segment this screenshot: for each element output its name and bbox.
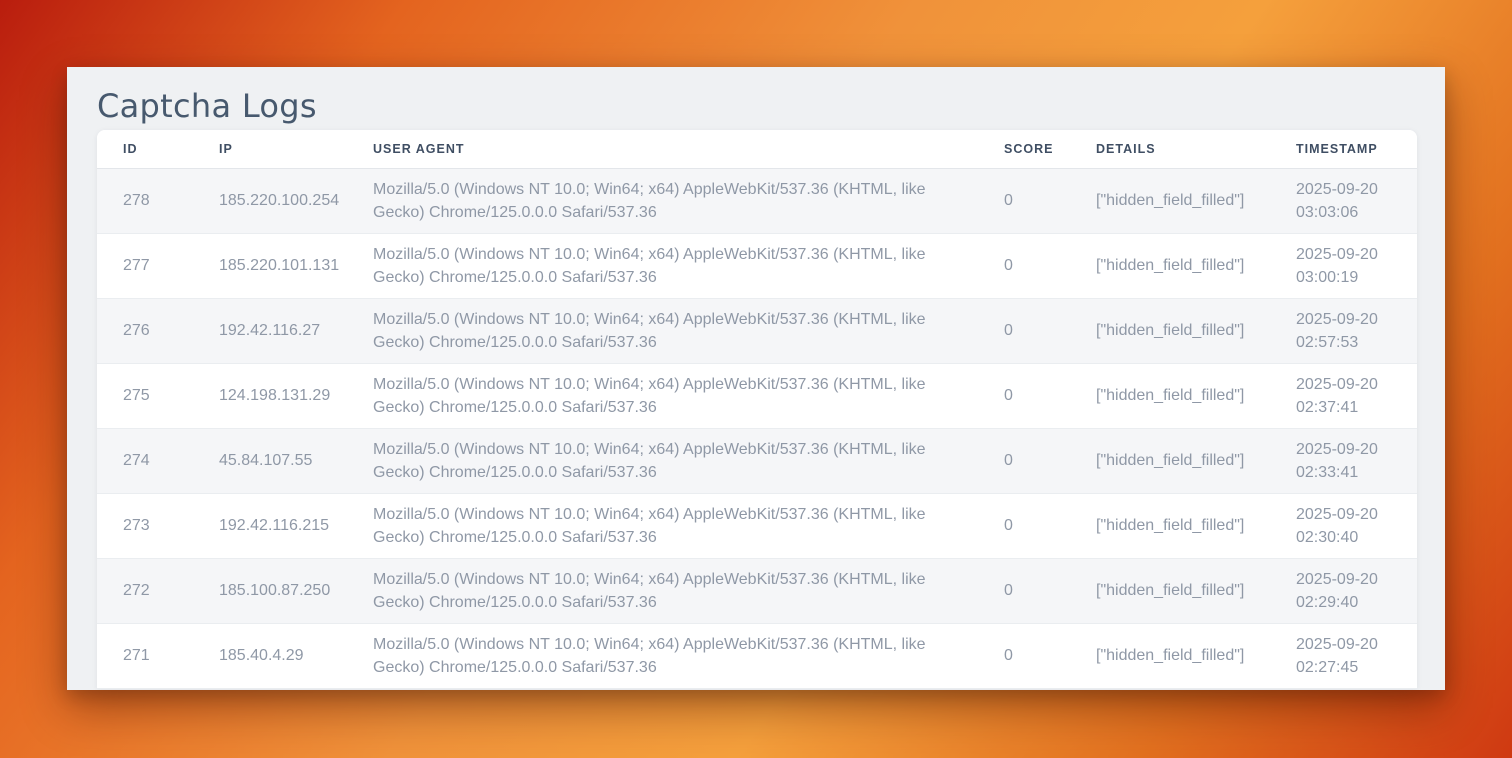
cell-score: 0 <box>978 428 1070 493</box>
table-head: IDIPUSER AGENTSCOREDETAILSTIMESTAMP <box>97 130 1417 168</box>
table-row: 273192.42.116.215Mozilla/5.0 (Windows NT… <box>97 493 1417 558</box>
cell-score: 0 <box>978 168 1070 233</box>
logs-table-container: IDIPUSER AGENTSCOREDETAILSTIMESTAMP 2781… <box>97 130 1417 689</box>
captcha-logs-panel: Captcha Logs IDIPUSER AGENTSCOREDETAILST… <box>67 67 1445 690</box>
table-row: 276192.42.116.27Mozilla/5.0 (Windows NT … <box>97 298 1417 363</box>
column-header-timestamp: TIMESTAMP <box>1270 130 1417 168</box>
cell-score: 0 <box>978 493 1070 558</box>
cell-timestamp: 2025-09-20 03:00:19 <box>1270 233 1417 298</box>
cell-score: 0 <box>978 623 1070 688</box>
cell-details: ["hidden_field_filled"] <box>1070 558 1270 623</box>
cell-user_agent: Mozilla/5.0 (Windows NT 10.0; Win64; x64… <box>347 493 978 558</box>
cell-timestamp: 2025-09-20 03:03:06 <box>1270 168 1417 233</box>
table-row: 278185.220.100.254Mozilla/5.0 (Windows N… <box>97 168 1417 233</box>
cell-user_agent: Mozilla/5.0 (Windows NT 10.0; Win64; x64… <box>347 298 978 363</box>
cell-timestamp: 2025-09-20 02:57:53 <box>1270 298 1417 363</box>
captcha-logs-table: IDIPUSER AGENTSCOREDETAILSTIMESTAMP 2781… <box>97 130 1417 689</box>
cell-timestamp: 2025-09-20 02:30:40 <box>1270 493 1417 558</box>
cell-id: 277 <box>97 233 193 298</box>
cell-user_agent: Mozilla/5.0 (Windows NT 10.0; Win64; x64… <box>347 168 978 233</box>
cell-id: 273 <box>97 493 193 558</box>
table-row: 277185.220.101.131Mozilla/5.0 (Windows N… <box>97 233 1417 298</box>
cell-id: 271 <box>97 623 193 688</box>
cell-details: ["hidden_field_filled"] <box>1070 298 1270 363</box>
table-row: 272185.100.87.250Mozilla/5.0 (Windows NT… <box>97 558 1417 623</box>
cell-id: 276 <box>97 298 193 363</box>
cell-id: 275 <box>97 363 193 428</box>
cell-ip: 124.198.131.29 <box>193 363 347 428</box>
cell-ip: 185.220.100.254 <box>193 168 347 233</box>
cell-ip: 185.40.4.29 <box>193 623 347 688</box>
cell-id: 274 <box>97 428 193 493</box>
cell-user_agent: Mozilla/5.0 (Windows NT 10.0; Win64; x64… <box>347 428 978 493</box>
column-header-id: ID <box>97 130 193 168</box>
cell-details: ["hidden_field_filled"] <box>1070 428 1270 493</box>
cell-timestamp: 2025-09-20 02:33:41 <box>1270 428 1417 493</box>
cell-details: ["hidden_field_filled"] <box>1070 233 1270 298</box>
table-header-row: IDIPUSER AGENTSCOREDETAILSTIMESTAMP <box>97 130 1417 168</box>
cell-ip: 185.220.101.131 <box>193 233 347 298</box>
cell-ip: 192.42.116.215 <box>193 493 347 558</box>
page: { "page": { "title": "Captcha Logs" }, "… <box>0 0 1512 758</box>
cell-score: 0 <box>978 298 1070 363</box>
table-row: 27445.84.107.55Mozilla/5.0 (Windows NT 1… <box>97 428 1417 493</box>
column-header-details: DETAILS <box>1070 130 1270 168</box>
cell-timestamp: 2025-09-20 02:29:40 <box>1270 558 1417 623</box>
cell-score: 0 <box>978 363 1070 428</box>
page-title: Captcha Logs <box>97 82 1445 130</box>
cell-details: ["hidden_field_filled"] <box>1070 493 1270 558</box>
cell-timestamp: 2025-09-20 02:37:41 <box>1270 363 1417 428</box>
cell-user_agent: Mozilla/5.0 (Windows NT 10.0; Win64; x64… <box>347 558 978 623</box>
cell-score: 0 <box>978 233 1070 298</box>
cell-id: 272 <box>97 558 193 623</box>
cell-user_agent: Mozilla/5.0 (Windows NT 10.0; Win64; x64… <box>347 363 978 428</box>
table-body: 278185.220.100.254Mozilla/5.0 (Windows N… <box>97 168 1417 688</box>
cell-timestamp: 2025-09-20 02:27:45 <box>1270 623 1417 688</box>
cell-ip: 192.42.116.27 <box>193 298 347 363</box>
column-header-user_agent: USER AGENT <box>347 130 978 168</box>
cell-details: ["hidden_field_filled"] <box>1070 363 1270 428</box>
cell-ip: 185.100.87.250 <box>193 558 347 623</box>
cell-ip: 45.84.107.55 <box>193 428 347 493</box>
cell-details: ["hidden_field_filled"] <box>1070 623 1270 688</box>
cell-user_agent: Mozilla/5.0 (Windows NT 10.0; Win64; x64… <box>347 233 978 298</box>
table-row: 275124.198.131.29Mozilla/5.0 (Windows NT… <box>97 363 1417 428</box>
cell-id: 278 <box>97 168 193 233</box>
column-header-ip: IP <box>193 130 347 168</box>
cell-user_agent: Mozilla/5.0 (Windows NT 10.0; Win64; x64… <box>347 623 978 688</box>
table-row: 271185.40.4.29Mozilla/5.0 (Windows NT 10… <box>97 623 1417 688</box>
cell-score: 0 <box>978 558 1070 623</box>
column-header-score: SCORE <box>978 130 1070 168</box>
cell-details: ["hidden_field_filled"] <box>1070 168 1270 233</box>
